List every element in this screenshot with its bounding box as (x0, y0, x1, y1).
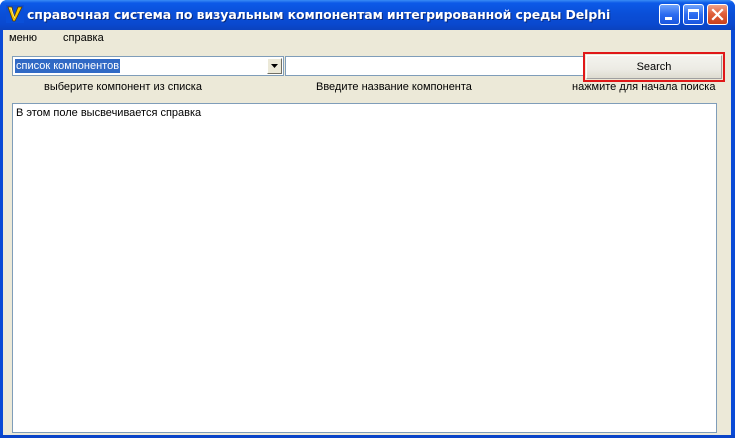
minimize-button[interactable] (659, 4, 680, 25)
search-button-label: Search (636, 61, 672, 73)
maximize-icon (688, 9, 699, 20)
app-window: справочная система по визуальным компоне… (0, 0, 735, 438)
search-button[interactable]: Search (583, 52, 725, 82)
name-hint-label: Введите название компонента (316, 81, 472, 93)
menu-item-menu[interactable]: меню (9, 32, 37, 44)
help-text: В этом поле высвечивается справка (16, 107, 202, 119)
maximize-button[interactable] (683, 4, 704, 25)
component-select[interactable]: список компонентов (12, 56, 284, 76)
search-hint-label: нажмите для начала поиска (572, 81, 716, 93)
help-text-area[interactable]: В этом поле высвечивается справка (12, 103, 717, 433)
component-select-dropdown-button[interactable] (267, 58, 282, 74)
component-select-value: список компонентов (15, 59, 121, 73)
menu-item-help[interactable]: справка (63, 32, 104, 44)
chevron-down-icon (271, 64, 278, 68)
close-icon (711, 8, 724, 21)
close-button[interactable] (707, 4, 728, 25)
window-title: справочная система по визуальным компоне… (27, 7, 611, 22)
delphi-app-icon (6, 5, 24, 23)
title-bar[interactable]: справочная система по визуальным компоне… (0, 0, 735, 30)
minimize-icon (665, 17, 672, 20)
component-name-input[interactable] (285, 56, 585, 76)
menu-bar: меню справка (3, 30, 731, 48)
client-area: меню справка список компонентов Search в… (3, 30, 731, 435)
select-hint-label: выберите компонент из списка (44, 81, 202, 93)
